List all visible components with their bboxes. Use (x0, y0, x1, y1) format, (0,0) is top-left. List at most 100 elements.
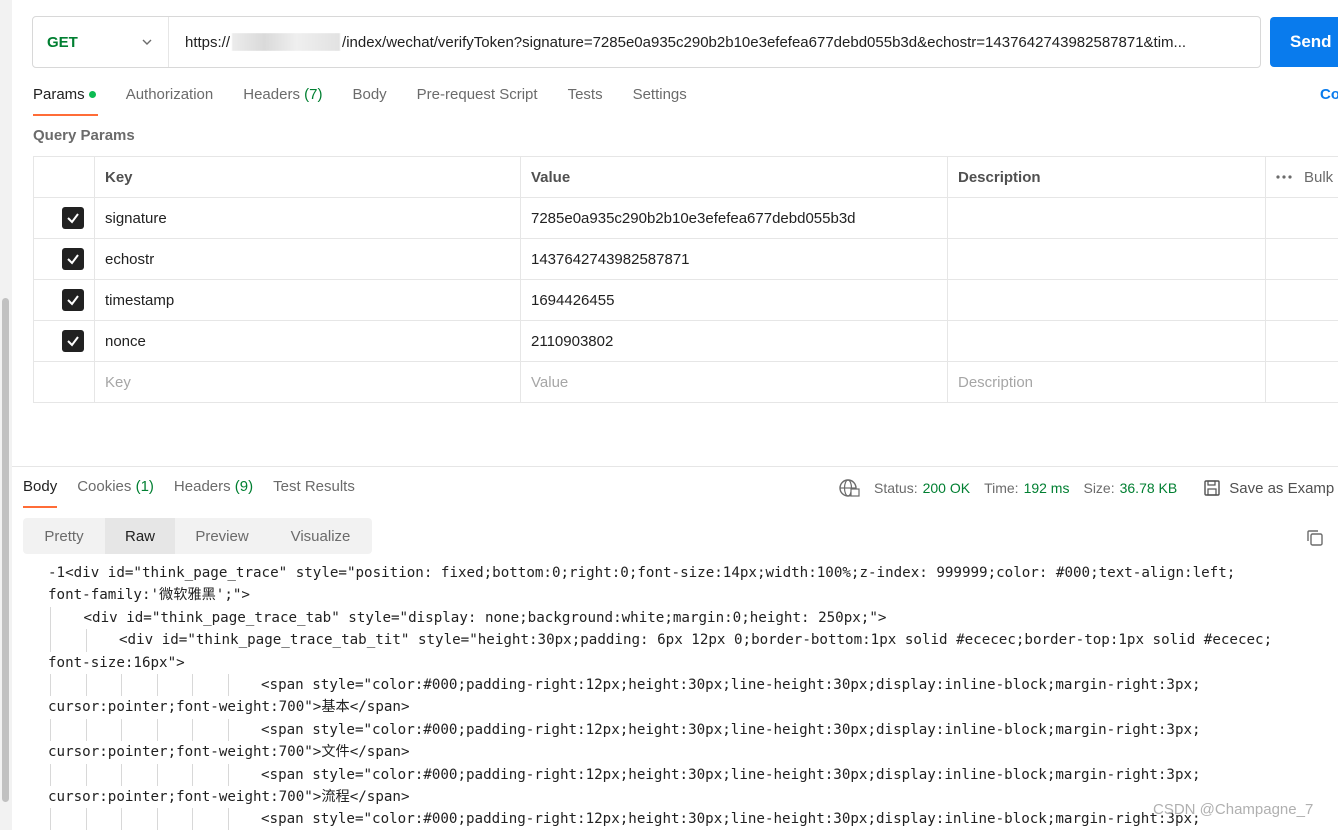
scrollbar-thumb[interactable] (2, 298, 9, 802)
code-line: <div id="think_page_trace_tab_tit" style… (48, 629, 1338, 652)
row-checkbox[interactable] (62, 207, 84, 229)
indent-guide (192, 718, 193, 742)
indent-guide (192, 763, 193, 786)
tab-body-label: Body (352, 86, 387, 103)
redacted-host (232, 33, 341, 51)
code-line: <span style="color:#000;padding-right:12… (48, 808, 1338, 830)
view-raw[interactable]: Raw (105, 518, 175, 554)
tab-settings[interactable]: Settings (633, 84, 687, 116)
table-row: echostr 1437642743982587871 (33, 238, 1338, 280)
indent-guide (85, 629, 87, 652)
more-icon[interactable] (1276, 175, 1292, 179)
tab-body[interactable]: Body (352, 84, 386, 116)
tab-pre-request-script[interactable]: Pre-request Script (417, 84, 538, 116)
new-key-input[interactable]: Key (94, 361, 521, 403)
param-description[interactable] (947, 279, 1266, 321)
param-key[interactable]: timestamp (94, 279, 521, 321)
param-value[interactable]: 1437642743982587871 (520, 238, 948, 280)
view-preview[interactable]: Preview (175, 518, 269, 554)
param-value[interactable]: 7285e0a935c290b2b10e3efefea677debd055b3d (520, 197, 948, 239)
size-value[interactable]: 36.78 KB (1120, 480, 1178, 496)
code-text: cursor:pointer;font-weight:700">流程</span… (48, 788, 410, 805)
indent-guide (227, 718, 229, 742)
tab-headers[interactable]: Headers (7) (243, 84, 322, 116)
param-description[interactable] (947, 238, 1266, 280)
tab-response-body[interactable]: Body (23, 477, 58, 508)
response-body-code[interactable]: -1<div id="think_page_trace" style="posi… (48, 562, 1338, 830)
tab-params-label: Params (33, 86, 85, 103)
tab-authorization-label: Authorization (125, 86, 214, 103)
row-spacer (1265, 320, 1338, 362)
indent-guide (121, 763, 122, 786)
row-checkbox[interactable] (62, 248, 84, 270)
tab-tests[interactable]: Tests (568, 84, 603, 116)
cookies-link[interactable]: Co (1320, 86, 1338, 103)
response-meta: Status: 200 OK Time: 192 ms Size: 36.78 KB … (838, 478, 1334, 498)
code-line: -1<div id="think_page_trace" style="posi… (48, 562, 1338, 584)
checkmark-icon (67, 213, 79, 224)
code-text: <span style="color:#000;padding-right:12… (261, 721, 1201, 738)
new-value-input[interactable]: Value (520, 361, 948, 403)
watermark: CSDN @Champagne_7 (1153, 801, 1314, 818)
param-value[interactable]: 1694426455 (520, 279, 948, 321)
indent-guide (85, 718, 87, 742)
network-globe-icon[interactable] (838, 478, 860, 498)
tab-params[interactable]: Params (33, 84, 98, 116)
tab-authorization[interactable]: Authorization (126, 84, 214, 116)
save-as-example-button[interactable]: Save as Examp (1203, 479, 1334, 497)
status-label: Status: (874, 480, 918, 496)
code-text: <span style="color:#000;padding-right:12… (261, 676, 1201, 693)
param-description[interactable] (947, 320, 1266, 362)
query-params-table: Key Value Description Bulk signature 728… (33, 156, 1338, 403)
indent-guide (50, 763, 51, 786)
request-tabs: Params Authorization Headers (7) Body Pr… (33, 84, 717, 116)
method-select[interactable]: GET (33, 17, 169, 67)
code-line: cursor:pointer;font-weight:700">文件</span… (48, 741, 1338, 763)
view-visualize[interactable]: Visualize (269, 518, 372, 554)
bulk-edit-button[interactable]: Bulk (1276, 169, 1338, 186)
indent-guide (192, 808, 193, 830)
row-spacer (1265, 361, 1338, 403)
save-as-label: Save as Examp (1229, 479, 1335, 497)
indent-guide (50, 718, 51, 742)
indent-guide (121, 718, 122, 742)
code-line: <span style="color:#000;padding-right:12… (48, 763, 1338, 786)
tab-settings-label: Settings (632, 86, 687, 103)
send-button[interactable]: Send (1270, 17, 1338, 67)
url-input[interactable]: https:// /index/wechat/verifyToken?signa… (169, 33, 1260, 51)
vertical-scrollbar[interactable] (0, 0, 12, 830)
checkmark-icon (67, 295, 79, 306)
new-description-input[interactable]: Description (947, 361, 1266, 403)
checkmark-icon (67, 336, 79, 347)
tab-headers-label: Headers (243, 86, 300, 103)
code-text: <span style="color:#000;padding-right:12… (261, 766, 1201, 783)
checkmark-icon (67, 254, 79, 265)
param-key[interactable]: signature (94, 197, 521, 239)
row-checkbox[interactable] (62, 289, 84, 311)
status-value[interactable]: 200 OK (923, 480, 970, 496)
indent-guide (121, 808, 122, 830)
row-check-cell (33, 320, 95, 362)
bulk-edit-label: Bulk (1304, 168, 1334, 186)
code-line: <div id="think_page_trace_tab" style="di… (48, 606, 1338, 630)
tab-tests-label: Tests (567, 86, 603, 103)
view-pretty[interactable]: Pretty (23, 518, 105, 554)
tab-test-results[interactable]: Test Results (273, 477, 355, 508)
tab-response-cookies[interactable]: Cookies (1) (77, 477, 154, 508)
param-key[interactable]: echostr (94, 238, 521, 280)
row-checkbox[interactable] (62, 330, 84, 352)
param-description[interactable] (947, 197, 1266, 239)
pane-divider[interactable] (12, 466, 1338, 467)
tab-response-headers[interactable]: Headers (9) (174, 477, 253, 508)
time-value[interactable]: 192 ms (1024, 480, 1070, 496)
row-check-cell (33, 197, 95, 239)
row-spacer (1265, 197, 1338, 239)
param-value[interactable]: 2110903802 (520, 320, 948, 362)
code-text: cursor:pointer;font-weight:700">文件</span… (48, 744, 410, 761)
param-key[interactable]: nonce (94, 320, 521, 362)
query-params-title: Query Params (33, 127, 135, 144)
row-spacer (1265, 279, 1338, 321)
copy-icon[interactable] (1305, 528, 1325, 548)
table-row: timestamp 1694426455 (33, 279, 1338, 321)
tab-response-headers-label: Headers (173, 478, 231, 495)
